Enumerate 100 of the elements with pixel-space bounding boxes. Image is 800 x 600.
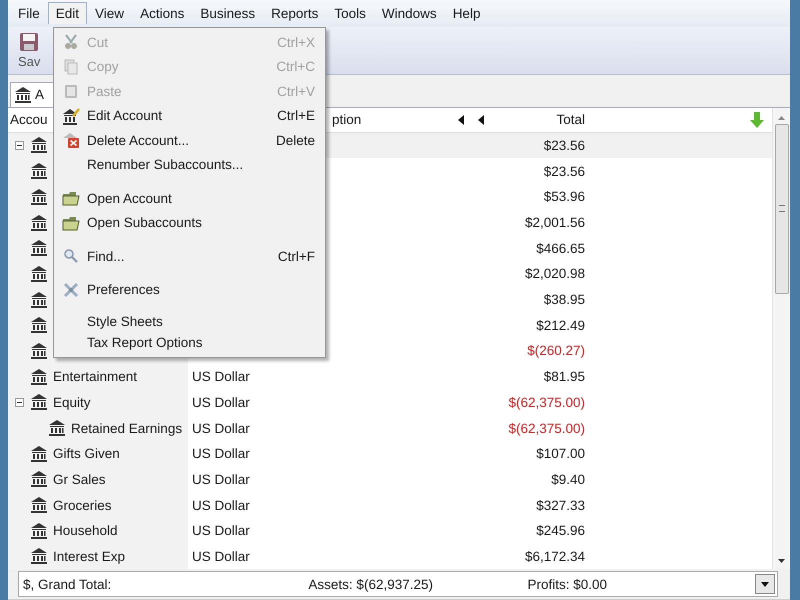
commodity-cell: US Dollar [192,369,250,384]
tools-icon [62,282,78,298]
bank-icon [30,368,48,386]
save-button[interactable]: Sav [18,32,40,69]
floppy-icon [19,32,40,52]
account-row[interactable]: Gifts Given US Dollar $107.00 [8,440,772,467]
menu-item[interactable]: Reports [263,2,326,25]
scroll-down-icon[interactable] [778,559,785,564]
bank-icon [30,522,48,540]
bank-icon [30,188,48,206]
bank-pencil-icon [62,106,80,125]
account-row[interactable]: Household US Dollar $245.96 [8,518,772,544]
left-arrow-icon[interactable] [478,114,484,125]
menu-item[interactable]: File [10,2,48,25]
menu-item[interactable]: Open Subaccounts [54,210,325,235]
caret-icon [761,582,769,587]
account-row[interactable]: Retained Earnings US Dollar $(62,375.00) [8,415,772,441]
bank-icon [30,239,48,258]
commodity-cell: US Dollar [192,498,250,513]
left-arrow-icon[interactable] [458,114,464,125]
total-cell-text: $9.40 [550,472,586,487]
account-name: Groceries [53,498,112,513]
account-name: Entertainment [53,369,138,384]
menu-item[interactable]: Windows [374,2,445,25]
folder-icon [62,214,80,231]
account-name: Gifts Given [53,446,120,462]
menu-item[interactable]: Tax Report Options [54,332,325,353]
scroll-thumb[interactable] [774,124,788,294]
account-name: Retained Earnings [71,420,182,436]
total-cell-text: $327.33 [535,498,586,513]
total-cell-text: $2,001.56 [524,215,586,230]
copy-icon [62,58,78,75]
commodity-cell: US Dollar [192,548,250,564]
total-cell-text: $38.95 [542,292,586,308]
bank-icon [30,496,48,514]
total-cell-text: $(62,375.00) [507,394,586,410]
total-cell-text: $2,020.98 [524,266,586,282]
bank-icon [30,136,48,154]
account-row[interactable]: Gr Sales US Dollar $9.40 [8,466,772,492]
expander-icon[interactable] [14,398,24,407]
account-name: Household [53,523,118,538]
bank-icon [30,444,48,463]
total-cell-text: $245.96 [535,523,586,538]
bank-icon [30,316,48,334]
clipboard-icon [62,83,78,100]
account-name: Gr Sales [53,472,106,487]
commodity-cell: US Dollar [192,523,250,538]
bank-icon [30,470,48,488]
scroll-up-icon[interactable] [778,116,785,120]
bank-icon [48,419,66,438]
account-name: Equity [53,394,91,410]
commodity-cell: US Dollar [192,394,250,410]
bank-icon [14,86,32,104]
folder-icon [62,190,80,206]
menu-item[interactable]: Style Sheets [54,311,325,332]
total-cell-text: $81.95 [542,369,586,384]
scrollbar[interactable] [772,108,790,570]
search-icon [62,248,78,264]
assets-total: Assets: $(62,937.25) [307,576,433,592]
summary-label: $, Grand Total: [22,576,112,592]
bank-icon [30,264,48,283]
menu-item[interactable]: View [87,2,132,25]
menu-item[interactable]: Edit Account Ctrl+E [54,104,325,128]
bank-icon [30,214,48,232]
accounts-tab[interactable]: A [10,82,56,107]
total-cell-text: $(260.27) [526,343,586,358]
total-cell-text: $212.49 [535,318,586,333]
menu-item[interactable]: Help [444,2,488,25]
menu-item[interactable]: Tools [326,2,374,25]
commodity-cell: US Dollar [192,446,250,462]
menu-item[interactable]: Business [192,2,264,25]
delete-icon [62,131,80,150]
account-row[interactable]: Equity US Dollar $(62,375.00) [8,390,772,416]
bank-icon [30,342,48,360]
commodity-cell: US Dollar [192,420,250,436]
account-row[interactable]: Entertainment US Dollar $81.95 [8,364,772,390]
menu-item[interactable]: Open Account [54,186,325,210]
scissors-icon [62,34,78,50]
bank-icon [30,547,48,566]
account-name: Interest Exp [53,548,126,564]
menu-item[interactable]: Preferences [54,278,325,302]
total-cell-text: $23.56 [542,138,586,153]
menu-item[interactable]: Find... Ctrl+F [54,244,325,268]
total-cell-text: $107.00 [535,446,586,462]
menu-item[interactable]: Actions [132,2,192,25]
bank-icon [30,290,48,309]
account-row[interactable]: Interest Exp US Dollar $6,172.34 [8,544,772,570]
menu-item[interactable]: Edit [48,2,88,24]
profits-total: Profits: $0.00 [526,576,607,592]
total-cell-text: $53.96 [542,189,586,204]
expander-icon[interactable] [14,140,24,150]
total-cell-text: $466.65 [535,240,586,256]
column-header[interactable]: Total [498,112,588,128]
dropdown-button[interactable] [755,574,775,594]
total-cell-text: $23.56 [542,164,586,179]
bank-icon [30,393,48,412]
bank-icon [30,162,48,180]
account-row[interactable]: Groceries US Dollar $327.33 [8,492,772,518]
commodity-cell: US Dollar [192,472,250,487]
total-cell-text: $6,172.34 [524,548,586,564]
